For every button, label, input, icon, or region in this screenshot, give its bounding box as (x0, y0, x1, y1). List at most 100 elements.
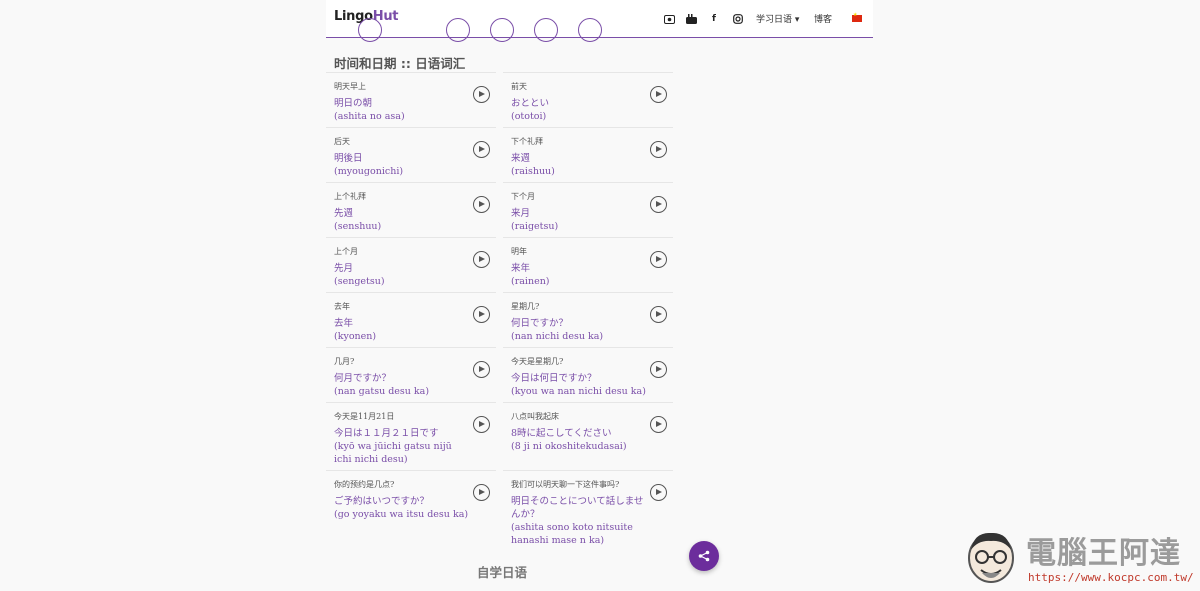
japanese-text: 今日は何日ですか？ (511, 373, 597, 384)
japanese-term: 今日は１１月２１日です (kyō wa jūichi gatsu nijū ich… (334, 427, 470, 466)
learn-japanese-menu[interactable]: 学习日语 ▾ (756, 12, 799, 25)
play-audio-icon[interactable] (650, 86, 667, 103)
play-audio-icon[interactable] (650, 361, 667, 378)
japanese-text: 来年 (511, 263, 531, 274)
chinese-meaning: 后天 (334, 137, 350, 146)
lesson-circle[interactable] (534, 18, 558, 42)
lesson-circle[interactable] (446, 18, 470, 42)
japanese-term: 今日は何日ですか？ (kyou wa nan nichi desu ka) (511, 372, 647, 398)
next-section-title: 自学日语 (477, 565, 528, 580)
japanese-text: 去年 (334, 318, 354, 329)
play-audio-icon[interactable] (473, 306, 490, 323)
romaji-text: (ashita no asa) (334, 111, 405, 122)
share-icon (698, 550, 710, 562)
japanese-term: 先月 (sengetsu) (334, 262, 470, 288)
vocab-item: 八点叫我起床 8時に起こしてください (8 ji ni okoshitekudas… (503, 402, 673, 470)
japanese-text: 今日は１１月２１日です (334, 428, 439, 439)
chinese-meaning: 上个礼拜 (334, 192, 366, 201)
japanese-text: 先週 (334, 208, 354, 219)
japanese-text: 来週 (511, 153, 531, 164)
play-audio-icon[interactable] (473, 141, 490, 158)
blog-link[interactable]: 博客 (814, 12, 832, 25)
play-audio-icon[interactable] (473, 196, 490, 213)
romaji-text: (nan nichi desu ka) (511, 331, 604, 342)
japanese-text: 明日そのことについて話しませんか？ (511, 496, 644, 520)
play-audio-icon[interactable] (650, 306, 667, 323)
watermark-text: 電腦王阿達 (1026, 536, 1181, 571)
japanese-term: おととい (ototoi) (511, 97, 647, 123)
japanese-term: 何日ですか？ (nan nichi desu ka) (511, 317, 647, 343)
play-audio-icon[interactable] (650, 416, 667, 433)
chinese-meaning: 去年 (334, 302, 350, 311)
romaji-text: (myougonichi) (334, 166, 404, 177)
romaji-text: (8 ji ni okoshitekudasai) (511, 441, 627, 452)
chinese-meaning: 前天 (511, 82, 527, 91)
chinese-meaning: 明年 (511, 247, 527, 256)
vocab-item: 你的预约是几点? ご予約はいつですか？ (go yoyaku wa itsu de… (326, 470, 496, 548)
chinese-meaning: 八点叫我起床 (511, 412, 559, 421)
chinese-meaning: 我们可以明天聊一下这件事吗? (511, 480, 620, 489)
play-audio-icon[interactable] (473, 484, 490, 501)
share-button[interactable] (689, 541, 719, 571)
vocab-item: 上个月 先月 (sengetsu) (326, 237, 496, 292)
japanese-term: 来週 (raishuu) (511, 152, 647, 178)
vocab-item: 星期几? 何日ですか？ (nan nichi desu ka) (503, 292, 673, 347)
vocab-item: 几月? 何月ですか？ (nan gatsu desu ka) (326, 347, 496, 402)
japanese-term: 先週 (senshuu) (334, 207, 470, 233)
japanese-term: 明日そのことについて話しませんか？ (ashita sono koto nitsu… (511, 495, 647, 547)
chinese-meaning: 几月? (334, 357, 355, 366)
vocab-item: 今天是星期几? 今日は何日ですか？ (kyou wa nan nichi desu… (503, 347, 673, 402)
lesson-circle[interactable] (490, 18, 514, 42)
chinese-meaning: 明天早上 (334, 82, 366, 91)
chinese-meaning: 星期几? (511, 302, 540, 311)
play-audio-icon[interactable] (473, 416, 490, 433)
romaji-text: (rainen) (511, 276, 550, 287)
play-audio-icon[interactable] (473, 251, 490, 268)
video-icon[interactable] (662, 12, 676, 26)
watermark: 電腦王阿達 https://www.kocpc.com.tw/ (962, 522, 1198, 588)
chinese-meaning: 今天是星期几? (511, 357, 564, 366)
vocab-item: 后天 明後日 (myougonichi) (326, 127, 496, 182)
instagram-icon[interactable] (731, 12, 745, 26)
vocab-item: 明天早上 明日の朝 (ashita no asa) (326, 72, 496, 127)
japanese-text: 何日ですか？ (511, 318, 569, 329)
japanese-text: 何月ですか？ (334, 373, 392, 384)
romaji-text: (nan gatsu desu ka) (334, 386, 430, 397)
chinese-meaning: 下个月 (511, 192, 535, 201)
lesson-circle[interactable] (578, 18, 602, 42)
play-audio-icon[interactable] (650, 196, 667, 213)
mascot-logo-icon (968, 532, 1014, 583)
japanese-text: ご予約はいつですか？ (334, 496, 430, 507)
play-audio-icon[interactable] (650, 251, 667, 268)
japanese-text: 明後日 (334, 153, 363, 164)
romaji-text: (kyonen) (334, 331, 377, 342)
play-audio-icon[interactable] (650, 141, 667, 158)
romaji-text: (ashita sono koto nitsuite hanashi mase … (511, 522, 633, 546)
facebook-icon[interactable]: f (707, 12, 721, 26)
lesson-circle[interactable] (358, 18, 382, 42)
chinese-meaning: 上个月 (334, 247, 358, 256)
vocab-item: 下个月 来月 (raigetsu) (503, 182, 673, 237)
vocab-item: 上个礼拜 先週 (senshuu) (326, 182, 496, 237)
japanese-text: 来月 (511, 208, 531, 219)
japanese-text: 明日の朝 (334, 98, 373, 109)
vocab-item: 去年 去年 (kyonen) (326, 292, 496, 347)
play-audio-icon[interactable] (473, 86, 490, 103)
japanese-term: 明日の朝 (ashita no asa) (334, 97, 470, 123)
chinese-meaning: 你的预约是几点? (334, 480, 395, 489)
japanese-text: おととい (511, 98, 550, 109)
youtube-icon[interactable] (684, 12, 698, 26)
play-audio-icon[interactable] (650, 484, 667, 501)
watermark-url: https://www.kocpc.com.tw/ (1028, 571, 1194, 584)
romaji-text: (ototoi) (511, 111, 547, 122)
japanese-text: 8時に起こしてください (511, 428, 612, 439)
romaji-text: (senshuu) (334, 221, 382, 232)
japanese-term: 何月ですか？ (nan gatsu desu ka) (334, 372, 470, 398)
vocab-item: 下个礼拜 来週 (raishuu) (503, 127, 673, 182)
china-flag-icon[interactable] (852, 12, 862, 22)
romaji-text: (raigetsu) (511, 221, 559, 232)
play-audio-icon[interactable] (473, 361, 490, 378)
romaji-text: (sengetsu) (334, 276, 385, 287)
page-title: 时间和日期 :: 日语词汇 (334, 56, 466, 71)
japanese-term: 来年 (rainen) (511, 262, 647, 288)
